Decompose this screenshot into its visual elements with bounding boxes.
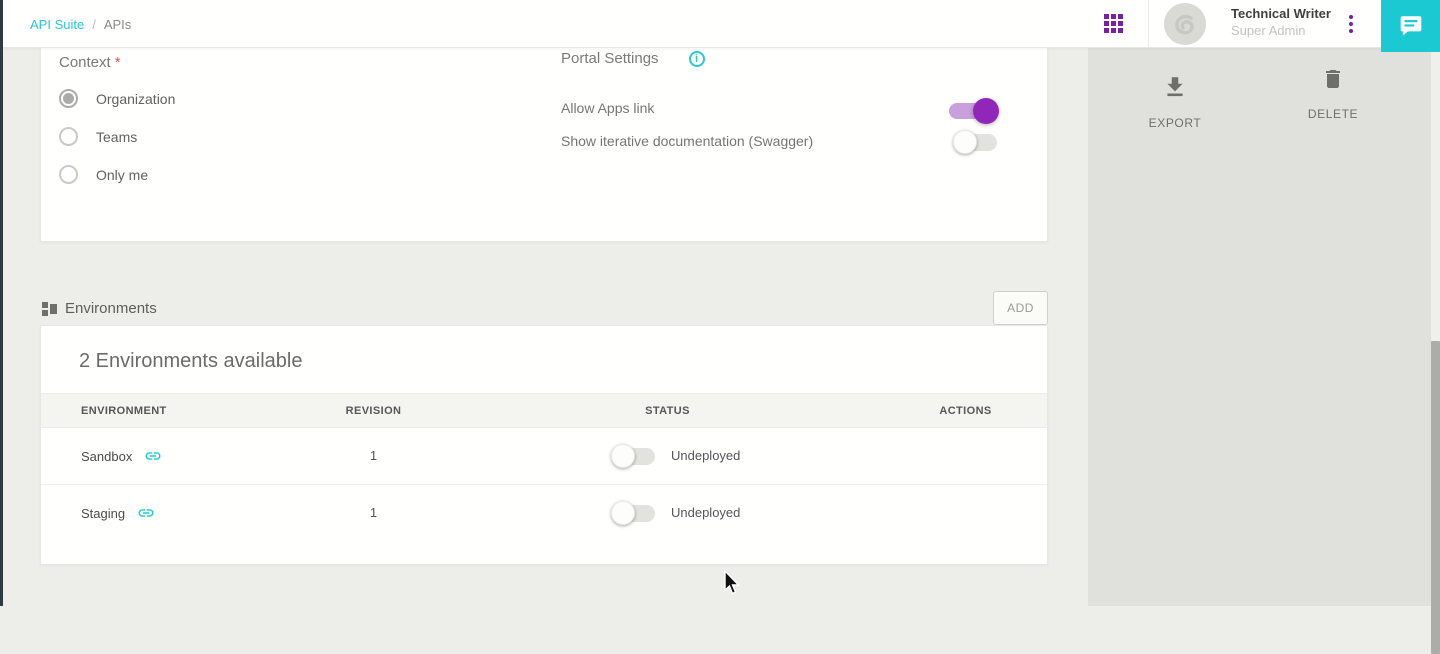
column-header-actions: ACTIONS <box>903 394 1028 429</box>
breadcrumb-root-link[interactable]: API Suite <box>30 17 84 32</box>
delete-label: DELETE <box>1288 107 1378 121</box>
top-header: API Suite / APIs Technical Writer Super … <box>3 0 1440 48</box>
radio-icon[interactable] <box>59 165 78 184</box>
environments-summary: 2 Environments available <box>41 326 1047 373</box>
add-environment-button[interactable]: ADD <box>993 291 1048 325</box>
radio-option-only-me[interactable]: Only me <box>59 164 175 185</box>
toggle-knob <box>611 444 635 468</box>
environment-status: Undeployed <box>671 505 740 520</box>
info-icon[interactable]: i <box>689 51 705 67</box>
environment-name: Staging <box>81 506 125 521</box>
breadcrumb-current: APIs <box>104 17 131 32</box>
column-header-environment: ENVIRONMENT <box>81 394 167 429</box>
environment-revision: 1 <box>311 505 436 520</box>
column-header-revision: REVISION <box>311 394 436 429</box>
environments-card: 2 Environments available ENVIRONMENT REV… <box>40 325 1048 565</box>
allow-apps-link-row: Allow Apps link <box>561 100 981 121</box>
environments-section-header: Environments ADD <box>40 291 1048 325</box>
radio-icon-selected[interactable] <box>59 89 78 108</box>
toggle-knob <box>953 130 977 154</box>
scrollbar-thumb[interactable] <box>1431 341 1440 654</box>
table-row-staging: Staging 1 Undeployed <box>41 485 1047 542</box>
toggle-label: Show iterative documentation (Swagger) <box>561 133 813 149</box>
header-divider <box>1148 0 1149 48</box>
portal-settings-title: Portal Settings <box>561 50 659 67</box>
environment-revision: 1 <box>311 448 436 463</box>
column-header-status: STATUS <box>605 394 730 429</box>
environment-link-icon[interactable] <box>137 504 155 522</box>
environment-name: Sandbox <box>81 449 132 464</box>
radio-icon[interactable] <box>59 127 78 146</box>
user-menu-kebab-icon[interactable] <box>1341 7 1361 41</box>
radio-label: Teams <box>96 129 137 145</box>
apps-grid-icon[interactable] <box>1104 14 1124 34</box>
swagger-doc-row: Show iterative documentation (Swagger) <box>561 133 981 154</box>
required-asterisk: * <box>115 54 121 71</box>
radio-label: Organization <box>96 91 175 107</box>
portal-settings-section: Portal Settings i Allow Apps link Show i… <box>561 48 981 154</box>
action-side-panel: EXPORT DELETE <box>1088 48 1440 606</box>
environments-quilt-icon <box>42 302 57 316</box>
delete-button[interactable]: DELETE <box>1288 65 1378 121</box>
mouse-cursor <box>721 570 743 601</box>
api-settings-card: Context* Organization Teams Only me Port… <box>40 48 1048 242</box>
deploy-toggle-off[interactable] <box>611 501 655 525</box>
deploy-toggle-off[interactable] <box>611 444 655 468</box>
toggle-label: Allow Apps link <box>561 100 654 116</box>
toggle-knob <box>611 501 635 525</box>
environment-link-icon[interactable] <box>144 447 162 465</box>
toggle-knob <box>973 98 999 124</box>
scrollbar-track[interactable] <box>1431 48 1440 606</box>
environment-status: Undeployed <box>671 448 740 463</box>
trash-icon <box>1321 65 1345 93</box>
environments-table-header: ENVIRONMENT REVISION STATUS ACTIONS <box>41 393 1047 428</box>
context-section: Context* Organization Teams Only me <box>59 54 175 185</box>
breadcrumb-separator: / <box>92 17 96 32</box>
collapsed-nav-strip <box>0 0 3 606</box>
radio-label: Only me <box>96 167 148 183</box>
user-role: Super Admin <box>1231 22 1336 39</box>
export-button[interactable]: EXPORT <box>1130 72 1220 130</box>
avatar[interactable] <box>1164 3 1206 45</box>
chat-button[interactable] <box>1381 0 1440 52</box>
radio-option-teams[interactable]: Teams <box>59 126 175 147</box>
breadcrumb: API Suite / APIs <box>30 0 131 48</box>
user-name: Technical Writer <box>1231 5 1336 22</box>
export-label: EXPORT <box>1130 116 1220 130</box>
radio-option-organization[interactable]: Organization <box>59 88 175 109</box>
chat-bubble-icon <box>1398 13 1424 39</box>
environments-title: Environments <box>65 300 157 317</box>
table-row-sandbox: Sandbox 1 Undeployed <box>41 428 1047 485</box>
context-label-text: Context <box>59 54 111 71</box>
user-info[interactable]: Technical Writer Super Admin <box>1231 5 1336 39</box>
download-icon <box>1162 72 1188 102</box>
allow-apps-link-toggle-on[interactable] <box>949 98 999 124</box>
context-label: Context* <box>59 54 175 71</box>
swagger-doc-toggle-off[interactable] <box>953 130 997 154</box>
avatar-logo-icon <box>1164 3 1206 45</box>
